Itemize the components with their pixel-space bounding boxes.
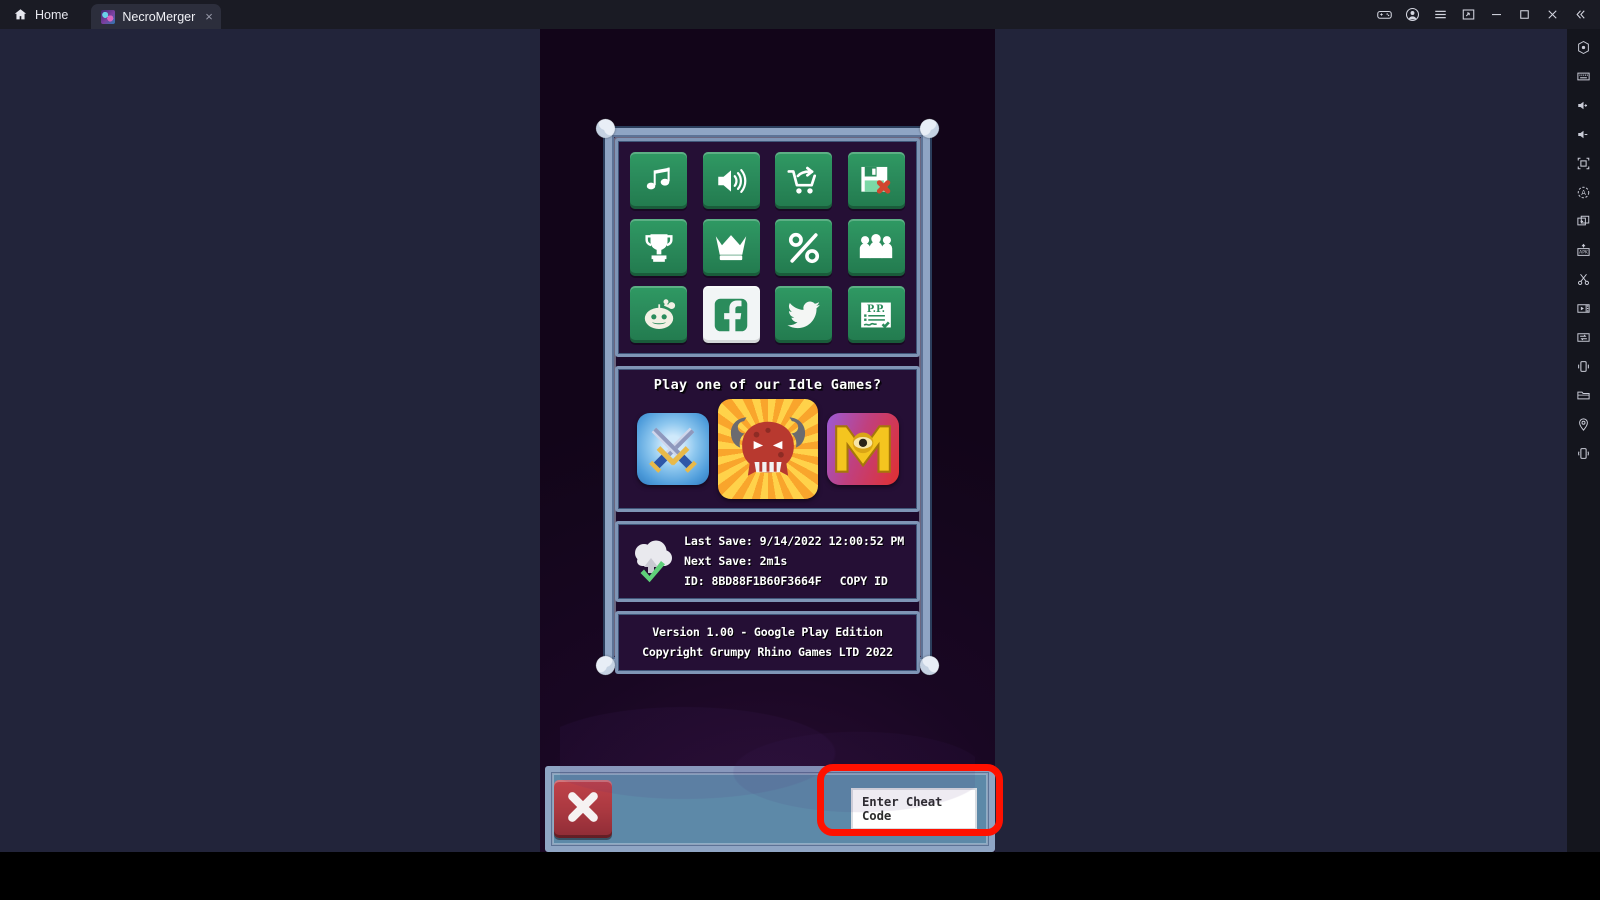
restore-purchases-button[interactable] xyxy=(775,152,833,209)
reddit-link-button[interactable] xyxy=(630,286,688,343)
tab-strip: Home NecroMerger × xyxy=(0,0,221,29)
shopping-cart-icon xyxy=(786,163,822,199)
x-close-icon xyxy=(564,788,602,830)
emulator-tool-rail: A APK xyxy=(1567,29,1600,900)
home-tab-label: Home xyxy=(35,7,69,22)
game-tab[interactable]: NecroMerger × xyxy=(91,4,221,29)
m-eye-icon xyxy=(827,413,899,485)
svg-text:APK: APK xyxy=(1579,250,1589,256)
collapse-chevrons-icon[interactable] xyxy=(1566,0,1594,29)
idle-games-box: Play one of our Idle Games? xyxy=(615,366,920,512)
cloud-save-check-icon xyxy=(627,537,677,585)
rotate-device-icon[interactable] xyxy=(1567,439,1600,468)
percent-icon xyxy=(786,230,822,266)
close-settings-button[interactable] xyxy=(554,780,612,838)
speaker-icon xyxy=(714,164,748,198)
window-controls xyxy=(1370,0,1594,29)
delete-save-button[interactable] xyxy=(847,152,905,209)
multi-instance-icon[interactable] xyxy=(1567,207,1600,236)
maximize-icon[interactable] xyxy=(1510,0,1538,29)
gamepad-icon[interactable] xyxy=(1370,0,1398,29)
bottom-letterbox xyxy=(0,852,1600,900)
idle-games-title: Play one of our Idle Games? xyxy=(653,377,882,393)
svg-text:A: A xyxy=(1581,189,1586,197)
version-box: Version 1.00 - Google Play Edition Copyr… xyxy=(615,611,920,674)
emulator-title-bar: Home NecroMerger × xyxy=(0,0,1600,29)
crown-icon xyxy=(713,230,749,266)
facebook-link-button[interactable] xyxy=(702,286,760,343)
home-tab[interactable]: Home xyxy=(0,0,84,29)
settings-icon-grid: P.P. xyxy=(615,138,920,357)
offers-button[interactable] xyxy=(775,219,833,276)
credits-button[interactable] xyxy=(847,219,905,276)
privacy-policy-button[interactable]: P.P. xyxy=(847,286,905,343)
hamburger-menu-icon[interactable] xyxy=(1426,0,1454,29)
volume-up-icon[interactable] xyxy=(1567,91,1600,120)
save-id-row: ID: 8BD88F1B60F3664F COPY ID xyxy=(684,571,908,591)
leaderboard-button[interactable] xyxy=(702,219,760,276)
account-icon[interactable] xyxy=(1398,0,1426,29)
idle-game-demon[interactable] xyxy=(717,399,818,499)
volume-down-icon[interactable] xyxy=(1567,120,1600,149)
bottom-action-bar: Enter Cheat Code xyxy=(545,766,995,852)
game-tab-label: NecroMerger xyxy=(122,9,196,24)
twitter-icon xyxy=(785,296,823,334)
music-note-icon xyxy=(642,164,676,198)
privacy-policy-icon: P.P. xyxy=(857,296,895,334)
minimize-icon[interactable] xyxy=(1482,0,1510,29)
cheat-code-input[interactable]: Enter Cheat Code xyxy=(851,788,977,830)
copy-id-button[interactable]: COPY ID xyxy=(840,574,888,588)
svg-text:P.P.: P.P. xyxy=(867,304,885,315)
cloud-save-box: Last Save: 9/14/2022 12:00:52 PM Next Sa… xyxy=(615,521,920,602)
last-save-text: Last Save: 9/14/2022 12:00:52 PM xyxy=(684,534,905,548)
crossed-swords-icon xyxy=(637,413,709,485)
idle-game-swords[interactable] xyxy=(636,413,709,485)
folder-icon[interactable] xyxy=(1567,381,1600,410)
home-icon xyxy=(14,8,27,21)
floppy-disk-delete-icon xyxy=(858,163,894,199)
cheat-code-placeholder: Enter Cheat Code xyxy=(862,795,943,823)
settings-panel: P.P. Play one of our Idle Games? Last Sa… xyxy=(592,115,943,679)
reddit-icon xyxy=(641,297,677,333)
demon-head-icon xyxy=(718,399,818,499)
keyboard-icon[interactable] xyxy=(1567,62,1600,91)
file-transfer-icon[interactable] xyxy=(1567,323,1600,352)
save-text-lines: Last Save: 9/14/2022 12:00:52 PM Next Sa… xyxy=(684,531,908,591)
apk-install-icon[interactable]: APK xyxy=(1567,236,1600,265)
shake-icon[interactable] xyxy=(1567,352,1600,381)
trophy-icon xyxy=(642,231,676,265)
game-viewport: P.P. Play one of our Idle Games? Last Sa… xyxy=(540,29,995,852)
emulator-window: Home NecroMerger × A APK P.P. Play one o… xyxy=(0,0,1600,900)
save-id-text: ID: 8BD88F1B60F3664F xyxy=(684,574,822,588)
game-tab-close-icon[interactable]: × xyxy=(205,10,213,23)
resize-icon[interactable] xyxy=(1567,149,1600,178)
location-pin-icon[interactable] xyxy=(1567,410,1600,439)
game-tab-thumbnail xyxy=(101,9,116,24)
copyright-line: Copyright Grumpy Rhino Games LTD 2022 xyxy=(642,645,893,659)
people-group-icon xyxy=(858,230,894,266)
rotate-auto-icon[interactable]: A xyxy=(1567,178,1600,207)
idle-games-row xyxy=(618,399,917,509)
screenshot-icon[interactable] xyxy=(1454,0,1482,29)
close-icon[interactable] xyxy=(1538,0,1566,29)
fullscreen-hex-icon[interactable] xyxy=(1567,33,1600,62)
facebook-icon xyxy=(711,295,751,335)
idle-game-m[interactable] xyxy=(826,413,899,485)
next-save-text: Next Save: 2m1s xyxy=(684,554,788,568)
video-record-icon[interactable] xyxy=(1567,294,1600,323)
twitter-link-button[interactable] xyxy=(775,286,833,343)
music-toggle-button[interactable] xyxy=(630,152,688,209)
version-line: Version 1.00 - Google Play Edition xyxy=(652,625,883,639)
scissors-icon[interactable] xyxy=(1567,265,1600,294)
sound-toggle-button[interactable] xyxy=(702,152,760,209)
achievements-button[interactable] xyxy=(630,219,688,276)
